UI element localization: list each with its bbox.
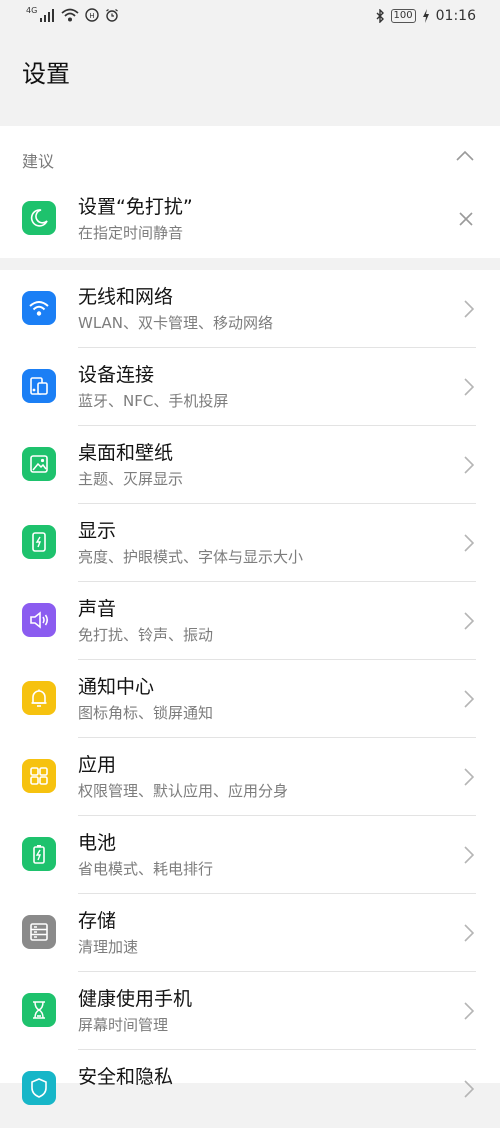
item-title: 声音 — [78, 598, 117, 620]
settings-list: 无线和网络 WLAN、双卡管理、移动网络 设备连接 蓝牙、NFC、手机投屏 桌面… — [0, 270, 500, 1105]
apps-icon — [22, 759, 56, 793]
settings-item-device-connection[interactable]: 设备连接 蓝牙、NFC、手机投屏 — [0, 348, 500, 426]
sound-icon — [22, 603, 56, 637]
hourglass-icon — [22, 993, 56, 1027]
chevron-right-icon — [464, 924, 474, 942]
suggestion-item-dnd[interactable]: 设置“免打扰” 在指定时间静音 — [0, 180, 500, 258]
device-connection-icon — [22, 369, 56, 403]
hd-call-icon: H — [85, 8, 99, 22]
settings-item-wireless[interactable]: 无线和网络 WLAN、双卡管理、移动网络 — [0, 270, 500, 348]
settings-item-battery[interactable]: 电池 省电模式、耗电排行 — [0, 816, 500, 894]
charging-icon — [422, 9, 429, 23]
shield-icon — [22, 1071, 56, 1105]
bell-icon — [22, 681, 56, 715]
item-title: 安全和隐私 — [78, 1066, 174, 1088]
item-subtitle: 蓝牙、NFC、手机投屏 — [78, 392, 229, 410]
alarm-icon — [106, 9, 119, 22]
chevron-right-icon — [464, 1002, 474, 1020]
status-right: 100 01:16 — [375, 8, 476, 24]
status-time: 01:16 — [435, 8, 476, 24]
network-type: 4G — [26, 5, 38, 15]
settings-item-storage[interactable]: 存储 清理加速 — [0, 894, 500, 972]
settings-item-digital-balance[interactable]: 健康使用手机 屏幕时间管理 — [0, 972, 500, 1050]
close-icon[interactable] — [458, 211, 474, 227]
item-subtitle: 主题、灭屏显示 — [78, 470, 184, 488]
settings-item-notifications[interactable]: 通知中心 图标角标、锁屏通知 — [0, 660, 500, 738]
settings-item-wallpaper[interactable]: 桌面和壁纸 主题、灭屏显示 — [0, 426, 500, 504]
item-subtitle: 免打扰、铃声、振动 — [78, 626, 214, 644]
moon-icon — [22, 201, 56, 235]
chevron-right-icon — [464, 846, 474, 864]
status-bar: 4G H 100 01:16 — [0, 0, 500, 36]
settings-item-display[interactable]: 显示 亮度、护眼模式、字体与显示大小 — [0, 504, 500, 582]
item-title: 健康使用手机 — [78, 988, 193, 1010]
item-title: 桌面和壁纸 — [78, 442, 174, 464]
svg-text:H: H — [90, 12, 95, 20]
suggestion-title: 设置“免打扰” — [78, 196, 193, 218]
wifi-icon — [22, 291, 56, 325]
header: 设置 — [0, 36, 500, 100]
item-subtitle: 省电模式、耗电排行 — [78, 860, 214, 878]
chevron-right-icon — [464, 612, 474, 630]
signal-icon — [40, 9, 55, 22]
bluetooth-icon — [376, 9, 384, 23]
item-subtitle: 清理加速 — [78, 938, 139, 956]
item-subtitle: 亮度、护眼模式、字体与显示大小 — [78, 548, 304, 566]
chevron-right-icon — [464, 768, 474, 786]
item-title: 显示 — [78, 520, 117, 542]
item-title: 应用 — [78, 754, 117, 776]
battery-icon — [22, 837, 56, 871]
chevron-up-icon[interactable] — [456, 150, 474, 162]
item-title: 存储 — [78, 910, 117, 932]
chevron-right-icon — [464, 534, 474, 552]
item-subtitle: WLAN、双卡管理、移动网络 — [78, 314, 274, 332]
chevron-right-icon — [464, 456, 474, 474]
settings-item-apps[interactable]: 应用 权限管理、默认应用、应用分身 — [0, 738, 500, 816]
item-title: 无线和网络 — [78, 286, 174, 308]
item-title: 设备连接 — [78, 364, 155, 386]
suggestion-card: 建议 设置“免打扰” 在指定时间静音 — [0, 126, 500, 258]
section-label-suggestions: 建议 — [22, 152, 55, 171]
storage-icon — [22, 915, 56, 949]
status-left: 4G H — [26, 5, 119, 22]
item-subtitle: 屏幕时间管理 — [78, 1016, 169, 1034]
item-subtitle: 权限管理、默认应用、应用分身 — [78, 782, 289, 800]
suggestion-subtitle: 在指定时间静音 — [78, 224, 184, 242]
wifi-status-icon — [61, 8, 79, 22]
item-title: 电池 — [78, 832, 117, 854]
item-subtitle: 图标角标、锁屏通知 — [78, 704, 214, 722]
chevron-right-icon — [464, 300, 474, 318]
page-title: 设置 — [22, 60, 70, 88]
chevron-right-icon — [464, 378, 474, 396]
display-icon — [22, 525, 56, 559]
item-title: 通知中心 — [78, 676, 155, 698]
settings-item-sound[interactable]: 声音 免打扰、铃声、振动 — [0, 582, 500, 660]
wallpaper-icon — [22, 447, 56, 481]
chevron-right-icon — [464, 690, 474, 708]
battery-indicator: 100 — [390, 9, 416, 23]
settings-item-security[interactable]: 安全和隐私 — [0, 1050, 500, 1128]
